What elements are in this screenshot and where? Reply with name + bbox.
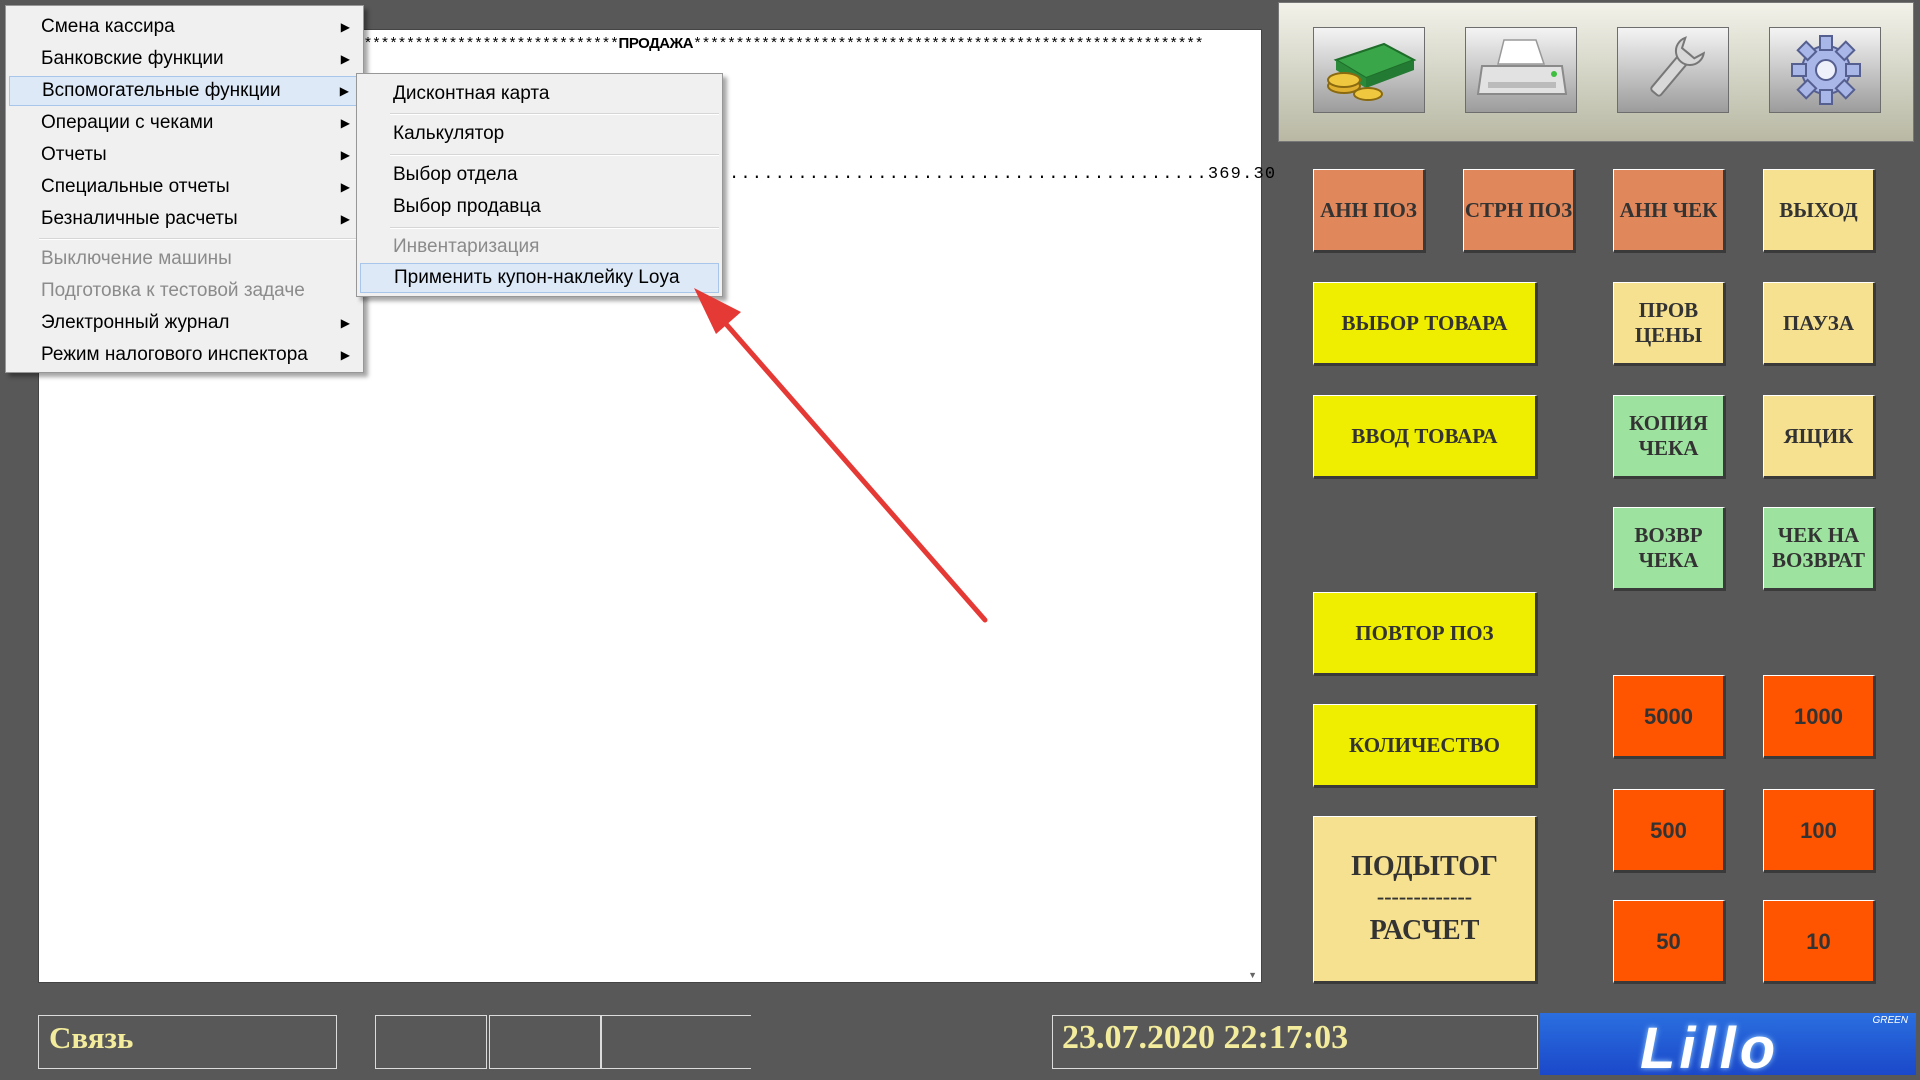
menu-item-bank-functions[interactable]: Банковские функции ▶ [9,44,360,74]
cash-drawer-button[interactable]: ЯЩИК [1763,395,1876,479]
settings-wrench-button[interactable] [1617,27,1729,113]
receipt-header: *******************************ПРОДАЖА**… [355,35,1204,53]
wrench-icon [1650,36,1706,97]
cash-1000-button[interactable]: 1000 [1763,675,1876,759]
menu-item-special-reports[interactable]: Специальные отчеты ▶ [9,172,360,202]
select-product-button[interactable]: ВЫБОР ТОВАРА [1313,282,1538,366]
logo-text: Lillo [1640,1016,1780,1075]
submenu-arrow-icon: ▶ [340,148,350,162]
receipt-total-line: ........................................… [729,165,1277,184]
submenu-arrow-icon: ▶ [340,116,350,130]
menu-item-auxiliary-functions[interactable]: Вспомогательные функции ▶ [9,76,360,106]
cash-10-button[interactable]: 10 [1763,900,1876,984]
subtotal-divider: ------------- [1376,884,1473,909]
quantity-button[interactable]: КОЛИЧЕСТВО [1313,704,1538,788]
submenu-arrow-icon: ▶ [340,212,350,226]
cash-500-button[interactable]: 500 [1613,789,1726,873]
subtotal-payment-button[interactable]: ПОДЫТОГ ------------- РАСЧЕТ [1313,816,1538,984]
cash-100-button[interactable]: 100 [1763,789,1876,873]
printer-button[interactable] [1465,27,1577,113]
menu-item-reports[interactable]: Отчеты ▶ [9,140,360,170]
printer-icon [1476,39,1568,95]
auxiliary-submenu: Дисконтная карта Калькулятор Выбор отдел… [356,73,723,297]
status-cell-1 [375,1015,487,1069]
exit-button[interactable]: ВЫХОД [1763,169,1876,253]
status-cell-3 [601,1015,751,1069]
check-for-return-button[interactable]: ЧЕК НА ВОЗВРАТ [1763,507,1876,591]
enter-product-button[interactable]: ВВОД ТОВАРА [1313,395,1538,479]
menu-item-cashier-change[interactable]: Смена кассира ▶ [9,12,360,42]
submenu-item-select-department[interactable]: Выбор отдела [360,160,719,190]
submenu-arrow-icon: ▶ [340,316,350,330]
payment-label: РАСЧЕТ [1369,915,1480,946]
gear-icon [1791,35,1861,105]
logo-tagline: GREEN [1872,1015,1908,1026]
status-cell-2 [489,1015,601,1069]
menu-separator [390,113,719,115]
scroll-down-icon[interactable]: ▼ [1248,970,1257,980]
submenu-item-select-seller[interactable]: Выбор продавца [360,192,719,222]
brand-logo: Lillo GREEN [1540,1013,1916,1075]
menu-item-tax-inspector-mode[interactable]: Режим налогового инспектора ▶ [9,340,360,370]
reverse-position-button[interactable]: СТРН ПОЗ [1463,169,1576,253]
menu-item-electronic-journal[interactable]: Электронный журнал ▶ [9,308,360,338]
settings-gear-button[interactable] [1769,27,1881,113]
menu-item-shutdown: Выключение машины [41,248,232,269]
cancel-position-button[interactable]: АНН ПОЗ [1313,169,1426,253]
pause-button[interactable]: ПАУЗА [1763,282,1876,366]
menu-item-cashless-payments[interactable]: Безналичные расчеты ▶ [9,204,360,234]
menu-item-check-operations[interactable]: Операции с чеками ▶ [9,108,360,138]
menu-item-test-task-prep: Подготовка к тестовой задаче [41,280,305,301]
receipt-total-value: 369.30 [1207,165,1277,184]
menu-separator [39,238,360,240]
cancel-check-button[interactable]: АНН ЧЕК [1613,169,1726,253]
cash-50-button[interactable]: 50 [1613,900,1726,984]
submenu-item-discount-card[interactable]: Дисконтная карта [360,79,719,109]
submenu-item-apply-coupon[interactable]: Применить купон-наклейку Loya [360,263,719,293]
datetime-display: 23.07.2020 22:17:03 [1052,1015,1538,1069]
menu-separator [390,154,719,156]
menu-separator [390,227,719,229]
repeat-position-button[interactable]: ПОВТОР ПОЗ [1313,592,1538,676]
top-toolbar [1278,2,1914,142]
price-check-button[interactable]: ПРОВ ЦЕНЫ [1613,282,1726,366]
connection-status: Связь [38,1015,337,1069]
submenu-arrow-icon: ▶ [340,52,350,66]
copy-check-button[interactable]: КОПИЯ ЧЕКА [1613,395,1726,479]
subtotal-label: ПОДЫТОГ [1351,851,1498,882]
submenu-item-calculator[interactable]: Калькулятор [360,119,719,149]
submenu-arrow-icon: ▶ [339,84,349,98]
submenu-item-inventory: Инвентаризация [393,236,540,257]
cash-5000-button[interactable]: 5000 [1613,675,1726,759]
main-menu: Смена кассира ▶ Банковские функции ▶ Вспом… [5,5,364,373]
submenu-arrow-icon: ▶ [340,348,350,362]
return-check-button[interactable]: ВОЗВР ЧЕКА [1613,507,1726,591]
cash-button[interactable] [1313,27,1425,113]
submenu-arrow-icon: ▶ [340,180,350,194]
submenu-arrow-icon: ▶ [340,20,350,34]
money-icon [1327,42,1417,101]
